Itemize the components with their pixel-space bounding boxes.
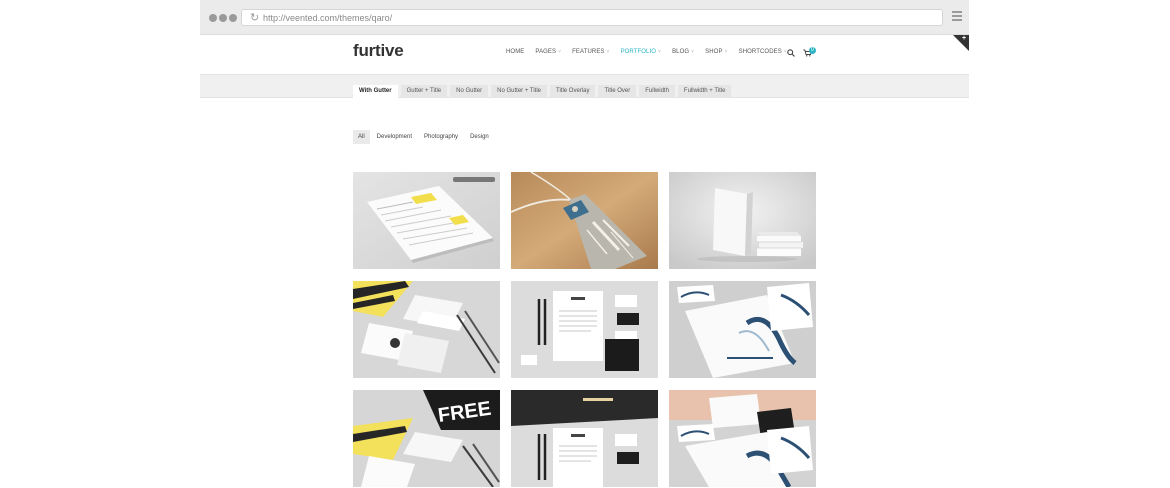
portfolio-thumbnail	[511, 281, 658, 378]
portfolio-item-free-mockups[interactable]: FREE	[353, 390, 500, 487]
portfolio-item-label-mockup[interactable]	[511, 172, 658, 269]
layout-tab[interactable]: Gutter + Title	[400, 85, 448, 98]
portfolio-item-stationery-blue[interactable]	[669, 281, 816, 378]
plus-icon: +	[962, 35, 967, 42]
logo[interactable]: furtive	[353, 41, 404, 61]
portfolio-thumbnail	[669, 390, 816, 487]
nav-item-pages[interactable]: PAGES ˅	[535, 49, 561, 55]
chevron-down-icon: ˅	[658, 49, 662, 55]
layout-tabs: With Gutter Gutter + Title No Gutter No Gut…	[353, 85, 734, 98]
chevron-down-icon: ˅	[606, 49, 610, 55]
portfolio-item-stationery-dark[interactable]	[511, 281, 658, 378]
portfolio-thumbnail	[511, 390, 658, 487]
filter-all[interactable]: All	[353, 130, 370, 144]
layout-tab[interactable]: Fullwidth	[639, 85, 675, 98]
window-dot-icon[interactable]	[209, 14, 217, 22]
layout-tab[interactable]: No Gutter + Title	[491, 85, 547, 98]
chevron-down-icon: ˅	[691, 49, 695, 55]
nav-item-blog[interactable]: BLOG ˅	[672, 49, 694, 55]
nav-item-label: BLOG	[672, 49, 690, 55]
nav-item-shortcodes[interactable]: SHORTCODES ˅	[739, 49, 787, 55]
browser-window: ↻ http://veented.com/themes/qaro/ furtiv…	[200, 0, 969, 488]
portfolio-thumbnail	[353, 281, 500, 378]
layout-tab[interactable]: No Gutter	[450, 85, 489, 98]
nav-item-shop[interactable]: SHOP ˅	[705, 49, 727, 55]
layout-tab[interactable]: Title Over	[598, 85, 637, 98]
nav-item-home[interactable]: HOME	[506, 49, 524, 55]
portfolio-item-book-mockup[interactable]	[669, 172, 816, 269]
portfolio-item-stationery-dark-2[interactable]	[511, 390, 658, 487]
layout-tab[interactable]: With Gutter	[353, 85, 398, 98]
filter-development[interactable]: Development	[372, 130, 417, 144]
layout-bar: With Gutter Gutter + Title No Gutter No Gut…	[200, 74, 969, 98]
portfolio-item-resume[interactable]	[353, 172, 500, 269]
nav-item-label: HOME	[506, 49, 525, 55]
address-bar[interactable]: ↻ http://veented.com/themes/qaro/	[241, 9, 943, 26]
nav-item-label: PORTFOLIO	[620, 49, 657, 55]
nav-item-label: PAGES	[535, 49, 557, 55]
nav-item-features[interactable]: FEATURES ˅	[572, 49, 609, 55]
portfolio-thumbnail	[669, 172, 816, 269]
chevron-down-icon: ˅	[558, 49, 562, 55]
layout-tab[interactable]: Title Overlay	[550, 85, 596, 98]
corner-ribbon[interactable]	[953, 35, 969, 51]
portfolio-thumbnail: FREE	[353, 390, 500, 487]
window-dot-icon[interactable]	[229, 14, 237, 22]
main-nav: HOME PAGES ˅ FEATURES ˅ PORTFOLIO ˅ BLOG ˅ SHOP ˅ S…	[506, 49, 798, 55]
nav-item-portfolio[interactable]: PORTFOLIO ˅	[621, 49, 662, 55]
reload-icon[interactable]: ↻	[250, 11, 259, 25]
filter-photography[interactable]: Photography	[419, 130, 463, 144]
url-text: http://veented.com/themes/qaro/	[263, 13, 393, 23]
menu-icon[interactable]	[952, 11, 962, 21]
browser-chrome: ↻ http://veented.com/themes/qaro/	[200, 0, 969, 35]
portfolio-thumbnail	[669, 281, 816, 378]
filter-design[interactable]: Design	[465, 130, 494, 144]
nav-item-label: SHOP	[705, 49, 723, 55]
search-icon[interactable]	[787, 49, 795, 57]
site-header: furtive HOME PAGES ˅ FEATURES ˅ PORTFOLIO ˅ BLO…	[200, 35, 969, 74]
layout-tab[interactable]: Fullwidth + Title	[677, 85, 732, 98]
nav-item-label: SHORTCODES	[738, 49, 782, 55]
portfolio-item-editable-mockups[interactable]	[353, 281, 500, 378]
portfolio-thumbnail	[353, 172, 500, 269]
chevron-down-icon: ˅	[724, 49, 728, 55]
portfolio-item-stationery-blue-2[interactable]	[669, 390, 816, 487]
nav-item-label: FEATURES	[572, 49, 605, 55]
window-dot-icon[interactable]	[219, 14, 227, 22]
portfolio-filters: All Development Photography Design	[353, 130, 496, 144]
cart-count-badge: 0	[809, 47, 816, 54]
portfolio-thumbnail	[511, 172, 658, 269]
